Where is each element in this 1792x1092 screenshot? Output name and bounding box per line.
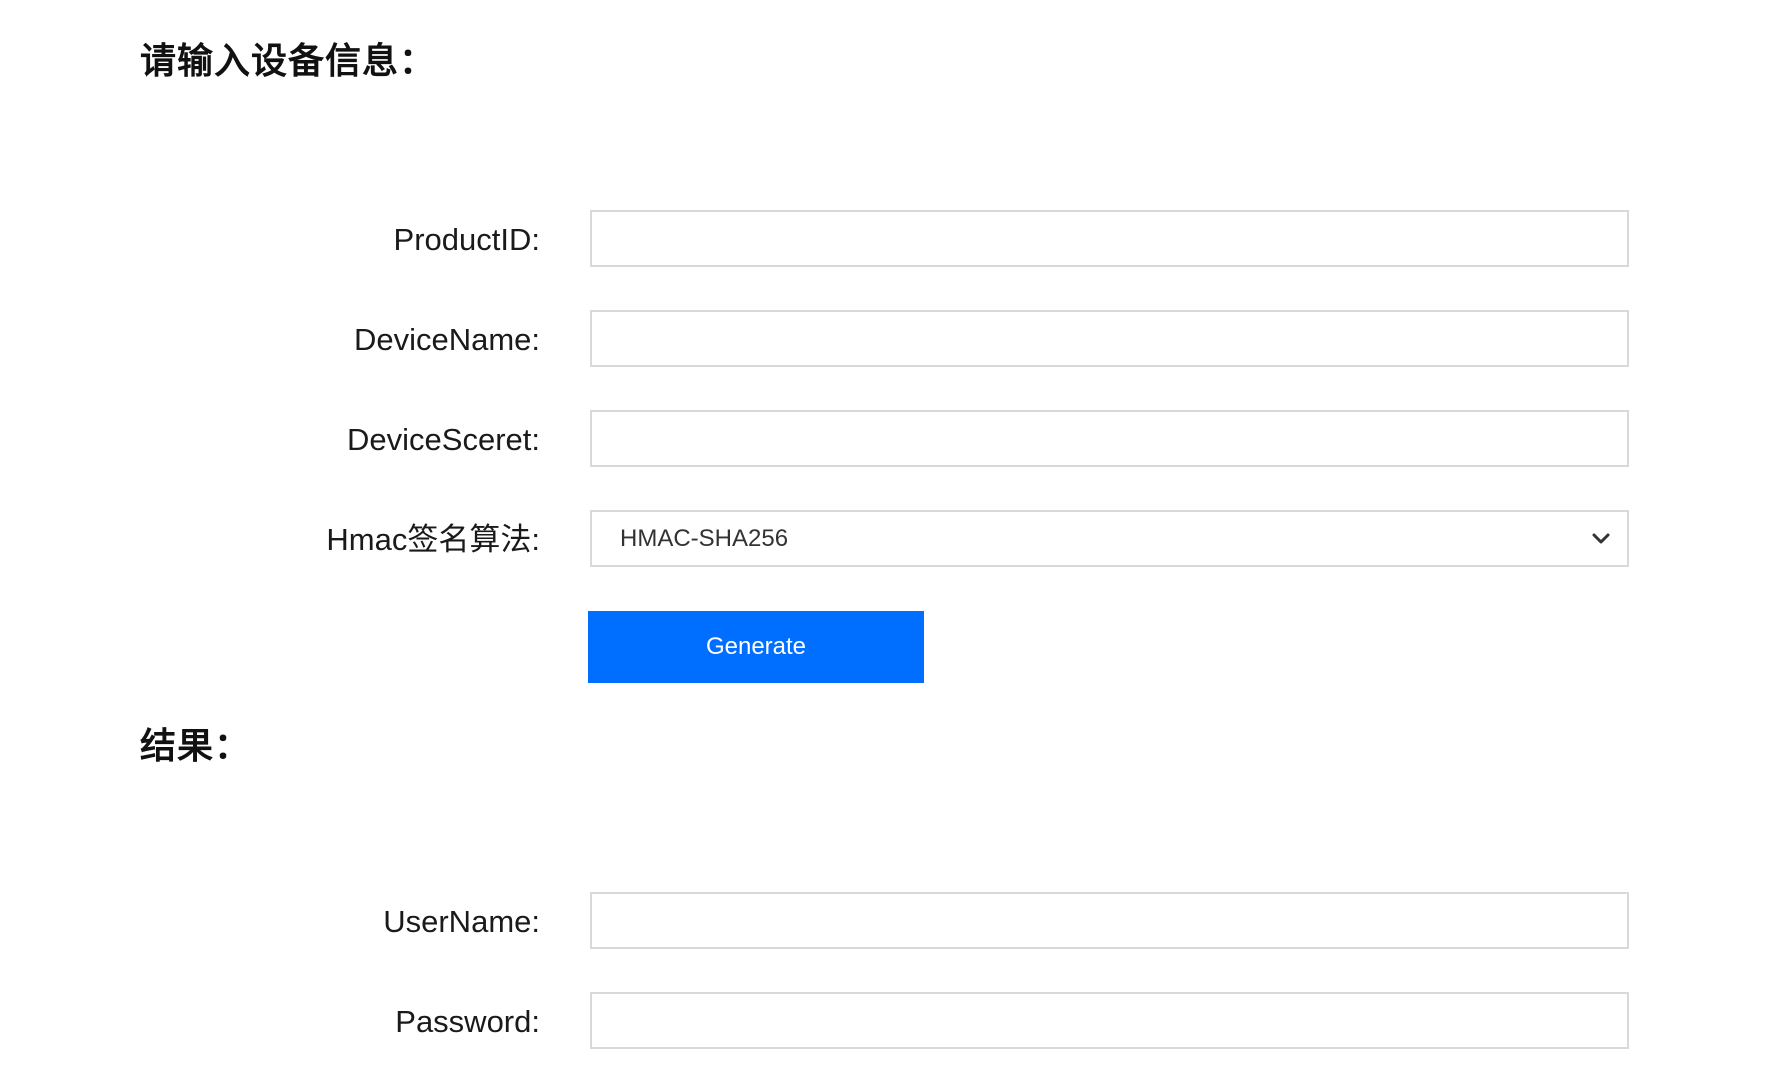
product-id-input[interactable]: [590, 210, 1629, 267]
product-id-row: ProductID:: [0, 210, 1792, 270]
hmac-selected-value: HMAC-SHA256: [620, 525, 789, 552]
username-input[interactable]: [590, 892, 1629, 949]
device-name-row: DeviceName:: [0, 310, 1792, 370]
device-name-label: DeviceName:: [353, 322, 540, 357]
result-title: 结果：: [140, 726, 252, 767]
password-input[interactable]: [590, 992, 1629, 1049]
hmac-label: Hmac签名算法:: [326, 522, 540, 557]
device-secret-label: DeviceSceret:: [347, 422, 540, 457]
device-name-input[interactable]: [590, 310, 1629, 367]
chevron-down-icon: [1592, 533, 1610, 544]
product-id-label: ProductID:: [393, 222, 540, 257]
generate-button[interactable]: Generate: [588, 611, 924, 683]
device-secret-row: DeviceSceret:: [0, 410, 1792, 470]
device-info-title: 请输入设备信息：: [140, 41, 437, 82]
hmac-row: Hmac签名算法: HMAC-SHA256: [0, 510, 1792, 570]
password-label: Password:: [395, 1004, 540, 1039]
device-secret-input[interactable]: [590, 410, 1629, 467]
username-row: UserName:: [0, 892, 1792, 952]
password-row: Password:: [0, 992, 1792, 1052]
username-label: UserName:: [383, 904, 540, 939]
hmac-select[interactable]: HMAC-SHA256: [590, 510, 1629, 567]
